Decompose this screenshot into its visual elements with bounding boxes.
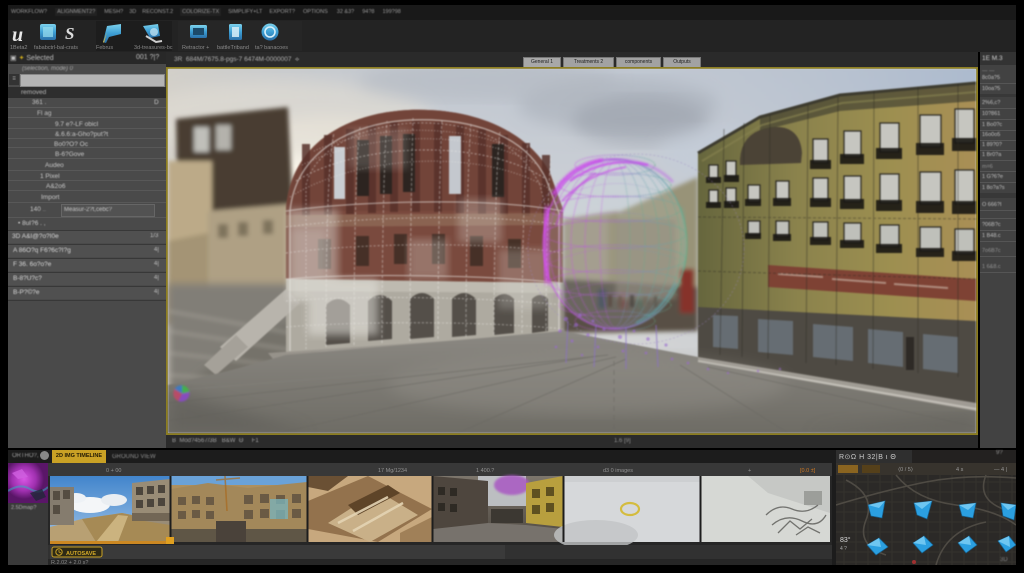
svg-text:17 Mg/1234: 17 Mg/1234 (378, 468, 407, 474)
svg-text:AUTOSAVE: AUTOSAVE (66, 551, 96, 557)
svg-text:battleTriband: battleTriband (217, 45, 249, 51)
svg-text:d3 0 images: d3 0 images (603, 468, 633, 474)
svg-text:+: + (748, 468, 751, 474)
svg-text:4 s: 4 s (956, 467, 964, 473)
svg-text:83°: 83° (840, 536, 851, 544)
svg-text:R⊙Ω H 32|B ι Θ: R⊙Ω H 32|B ι Θ (839, 454, 896, 461)
svg-text:⟨0 / 5⟩: ⟨0 / 5⟩ (898, 466, 913, 473)
svg-text:3d-treasures-bc: 3d-treasures-bc (134, 45, 173, 51)
svg-text:Retractor +: Retractor + (182, 45, 209, 51)
svg-text:fababctrl-bal-crats: fababctrl-bal-crats (34, 45, 78, 51)
svg-text:S: S (65, 24, 74, 43)
svg-text:1 400.?: 1 400.? (476, 468, 494, 474)
svg-text:[0.0 ±]: [0.0 ±] (800, 468, 816, 474)
svg-text:ta? banacoes: ta? banacoes (255, 45, 288, 51)
svg-text:4 ?: 4 ? (840, 546, 847, 552)
svg-text:0 + 00: 0 + 00 (106, 468, 121, 474)
svg-text:Februs: Februs (96, 45, 113, 51)
svg-text:— 4 |: — 4 | (994, 467, 1007, 473)
svg-text:u: u (12, 24, 23, 46)
svg-text:1Beta2: 1Beta2 (10, 45, 27, 51)
